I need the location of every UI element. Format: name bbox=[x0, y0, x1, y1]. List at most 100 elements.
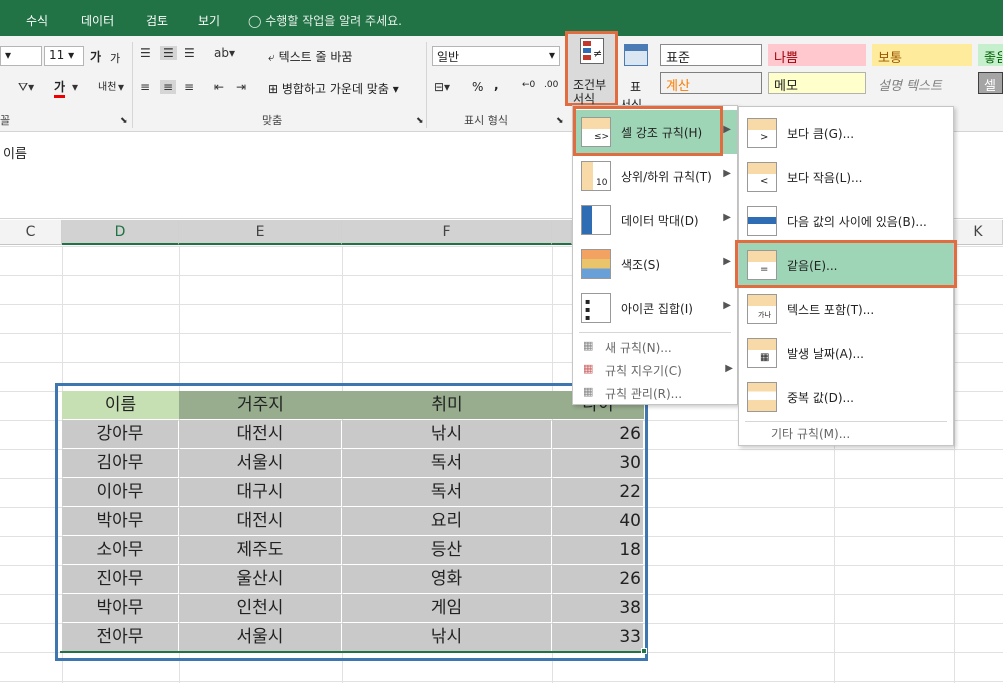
residence-cell[interactable]: 제주도 bbox=[179, 536, 341, 564]
submenu-item-between[interactable]: 다음 값의 사이에 있음(B)... bbox=[739, 199, 953, 243]
font-color-button[interactable]: 가 bbox=[54, 78, 66, 98]
align-middle-icon[interactable]: ☰ bbox=[160, 46, 177, 60]
style-neutral[interactable]: 보통 bbox=[872, 44, 972, 66]
tab-review[interactable]: 검토 bbox=[146, 12, 168, 29]
name-cell[interactable]: 박아무 bbox=[62, 594, 178, 622]
conditional-formatting-button[interactable]: ≠ 조건부 서식 bbox=[565, 31, 618, 106]
increase-decimal-button[interactable]: ←0 bbox=[522, 80, 535, 90]
merge-center-button[interactable]: ⊞ 병합하고 가운데 맞춤 ▾ bbox=[268, 80, 399, 97]
hobby-cell[interactable]: 영화 bbox=[342, 565, 551, 593]
age-cell[interactable]: 38 bbox=[552, 594, 643, 622]
menu-item-top-bottom-rules[interactable]: 10 상위/하위 규칙(T) ▶ bbox=[573, 154, 737, 198]
fill-handle[interactable] bbox=[641, 648, 647, 654]
residence-cell[interactable]: 서울시 bbox=[179, 449, 341, 477]
align-left-icon[interactable]: ≡ bbox=[140, 80, 150, 94]
tell-me-box[interactable]: ◯ 수행할 작업을 알려 주세요. bbox=[248, 12, 402, 29]
residence-cell[interactable]: 인천시 bbox=[179, 594, 341, 622]
submenu-item-less-than[interactable]: < 보다 작음(L)... bbox=[739, 155, 953, 199]
style-good[interactable]: 좋음 bbox=[978, 44, 1003, 66]
align-top-icon[interactable]: ☰ bbox=[140, 46, 151, 60]
wrap-text-button[interactable]: ⤶ 텍스트 줄 바꿈 bbox=[268, 48, 352, 65]
name-cell[interactable]: 전아무 bbox=[62, 623, 178, 651]
menu-item-new-rule[interactable]: ▦ 새 규칙(N)... bbox=[583, 336, 733, 358]
residence-cell[interactable]: 대전시 bbox=[179, 507, 341, 535]
number-format-dropdown[interactable]: 일반 ▾ bbox=[432, 46, 560, 66]
menu-item-icon-sets[interactable]: ▪ ▪ ▪ 아이콘 집합(I) ▶ bbox=[573, 286, 737, 330]
column-header-g[interactable] bbox=[552, 220, 572, 245]
grow-font-button[interactable]: 가 bbox=[90, 48, 101, 65]
submenu-item-duplicate-values[interactable]: 중복 값(D)... bbox=[739, 375, 953, 419]
age-cell[interactable]: 30 bbox=[552, 449, 643, 477]
hobby-cell[interactable]: 낚시 bbox=[342, 420, 551, 448]
decrease-decimal-button[interactable]: .00 bbox=[544, 80, 558, 90]
residence-cell[interactable]: 울산시 bbox=[179, 565, 341, 593]
align-right-icon[interactable]: ≡ bbox=[184, 80, 194, 94]
submenu-item-date-occurring[interactable]: ▦ 발생 날짜(A)... bbox=[739, 331, 953, 375]
menu-item-clear-rules[interactable]: ▦ 규칙 지우기(C) ▶ bbox=[583, 359, 733, 381]
accounting-format-icon[interactable]: ⊟▾ bbox=[434, 80, 450, 94]
name-cell[interactable]: 이아무 bbox=[62, 478, 178, 506]
dialog-launcher-icon[interactable]: ⬊ bbox=[120, 116, 128, 126]
style-note[interactable]: 메모 bbox=[768, 72, 866, 94]
submenu-item-more-rules[interactable]: 기타 규칙(M)... bbox=[771, 425, 850, 442]
font-name-dropdown[interactable]: ▾ bbox=[0, 46, 42, 66]
style-bad[interactable]: 나쁨 bbox=[768, 44, 866, 66]
column-header-c[interactable]: C bbox=[0, 220, 62, 245]
hobby-cell[interactable]: 독서 bbox=[342, 449, 551, 477]
tab-formulas[interactable]: 수식 bbox=[26, 12, 48, 29]
hobby-cell[interactable]: 요리 bbox=[342, 507, 551, 535]
residence-cell[interactable]: 대전시 bbox=[179, 420, 341, 448]
hobby-cell[interactable]: 등산 bbox=[342, 536, 551, 564]
increase-indent-icon[interactable]: ⇥ bbox=[236, 80, 246, 94]
shrink-font-button[interactable]: 가 bbox=[110, 50, 120, 66]
age-cell[interactable]: 26 bbox=[552, 420, 643, 448]
age-cell[interactable]: 33 bbox=[552, 623, 643, 651]
menu-item-manage-rules[interactable]: ▦ 규칙 관리(R)... bbox=[583, 382, 733, 404]
comma-button[interactable]: , bbox=[494, 78, 499, 92]
tab-view[interactable]: 보기 bbox=[198, 12, 220, 29]
submenu-item-text-contains[interactable]: 가나 텍스트 포함(T)... bbox=[739, 287, 953, 331]
residence-cell[interactable]: 서울시 bbox=[179, 623, 341, 651]
font-size-dropdown[interactable]: 11 ▾ bbox=[44, 46, 84, 66]
align-bottom-icon[interactable]: ☰ bbox=[184, 46, 195, 60]
style-explanatory[interactable]: 설명 텍스트 bbox=[872, 72, 972, 94]
age-cell[interactable]: 26 bbox=[552, 565, 643, 593]
chevron-down-icon[interactable]: ▾ bbox=[118, 80, 124, 94]
percent-button[interactable]: % bbox=[472, 80, 483, 94]
orientation-icon[interactable]: ab▾ bbox=[214, 46, 235, 60]
age-cell[interactable]: 22 bbox=[552, 478, 643, 506]
dialog-launcher-icon[interactable]: ⬊ bbox=[556, 116, 564, 126]
residence-cell[interactable]: 대구시 bbox=[179, 478, 341, 506]
style-normal[interactable]: 표준 bbox=[660, 44, 762, 66]
tab-data[interactable]: 데이터 bbox=[81, 12, 114, 29]
age-cell[interactable]: 40 bbox=[552, 507, 643, 535]
menu-item-color-scales[interactable]: 색조(S) ▶ bbox=[573, 242, 737, 286]
column-header-d[interactable]: D bbox=[62, 220, 179, 245]
phonetic-button[interactable]: 내천 bbox=[98, 78, 116, 93]
header-cell-residence[interactable]: 거주지 bbox=[179, 391, 342, 419]
style-check-cell[interactable]: 셀 bbox=[978, 72, 1003, 94]
name-cell[interactable]: 소아무 bbox=[62, 536, 178, 564]
header-cell-name[interactable]: 이름 bbox=[62, 391, 179, 419]
dialog-launcher-icon[interactable]: ⬊ bbox=[416, 116, 424, 126]
name-cell[interactable]: 김아무 bbox=[62, 449, 178, 477]
name-cell[interactable]: 강아무 bbox=[62, 420, 178, 448]
hobby-cell[interactable]: 낚시 bbox=[342, 623, 551, 651]
format-as-table-button[interactable]: 표 서식 bbox=[620, 42, 654, 112]
align-center-icon[interactable]: ≡ bbox=[160, 80, 177, 94]
hobby-cell[interactable]: 독서 bbox=[342, 478, 551, 506]
column-header-f[interactable]: F bbox=[342, 220, 552, 245]
submenu-item-greater-than[interactable]: > 보다 큼(G)... bbox=[739, 111, 953, 155]
header-cell-hobby[interactable]: 취미 bbox=[342, 391, 552, 419]
column-header-k[interactable]: K bbox=[954, 220, 1003, 245]
hobby-cell[interactable]: 게임 bbox=[342, 594, 551, 622]
column-header-e[interactable]: E bbox=[179, 220, 342, 245]
name-cell[interactable]: 박아무 bbox=[62, 507, 178, 535]
name-cell[interactable]: 진아무 bbox=[62, 565, 178, 593]
age-cell[interactable]: 18 bbox=[552, 536, 643, 564]
chevron-down-icon[interactable]: ▾ bbox=[72, 80, 78, 94]
style-calculation[interactable]: 계산 bbox=[660, 72, 762, 94]
menu-item-data-bars[interactable]: 데이터 막대(D) ▶ bbox=[573, 198, 737, 242]
fill-color-icon[interactable]: ⛛▾ bbox=[18, 80, 34, 95]
decrease-indent-icon[interactable]: ⇤ bbox=[214, 80, 224, 94]
